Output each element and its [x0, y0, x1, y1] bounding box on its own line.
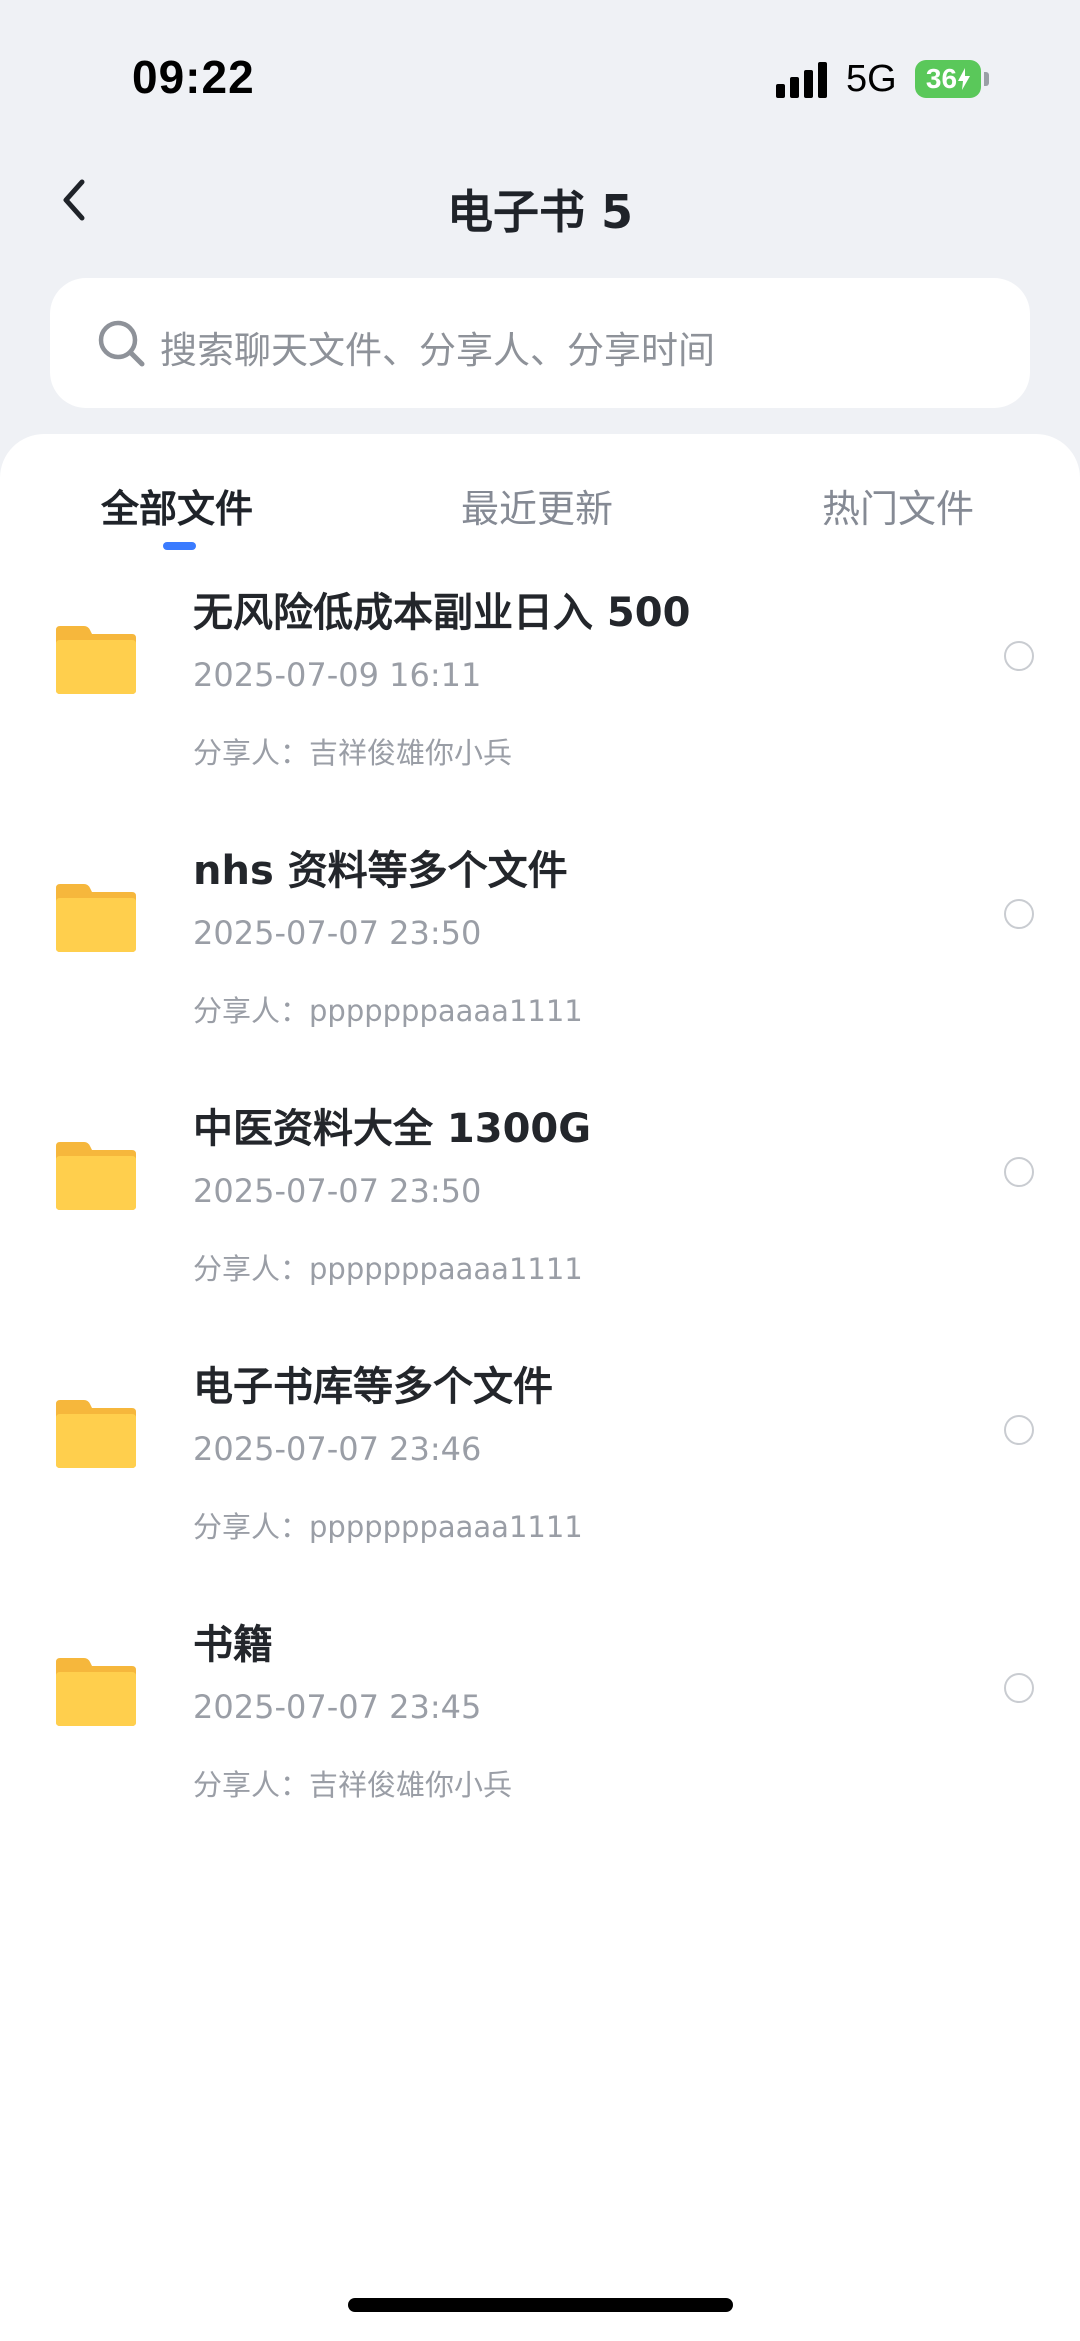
- charging-bolt-icon: [958, 68, 971, 90]
- file-sharer: 分享人：pppppppaaaa1111: [193, 1252, 583, 1286]
- folder-icon: [56, 1658, 136, 1726]
- select-radio[interactable]: [1004, 1673, 1034, 1703]
- file-sharer: 分享人：pppppppaaaa1111: [193, 1510, 583, 1544]
- file-sharer: 分享人：吉祥俊雄你小兵: [193, 1768, 513, 1802]
- select-radio[interactable]: [1004, 899, 1034, 929]
- folder-icon: [56, 884, 136, 952]
- folder-icon: [56, 1142, 136, 1210]
- file-date: 2025-07-07 23:50: [193, 1172, 482, 1210]
- file-date: 2025-07-07 23:45: [193, 1688, 482, 1726]
- select-radio[interactable]: [1004, 1415, 1034, 1445]
- search-placeholder: 搜索聊天文件、分享人、分享时间: [160, 329, 715, 372]
- home-indicator[interactable]: [348, 2298, 733, 2312]
- tab-active-indicator: [163, 542, 196, 550]
- tab-recent-updates[interactable]: 最近更新: [461, 478, 613, 533]
- status-time: 09:22: [132, 51, 255, 103]
- content-panel: 全部文件 最近更新 热门文件 无风险低成本副业日入 500 2025-07-09…: [0, 434, 1080, 2341]
- battery-cap: [984, 72, 989, 86]
- status-bar: 09:22 5G 36: [0, 0, 1080, 150]
- file-name: 电子书库等多个文件: [193, 1364, 553, 1410]
- tab-popular-files[interactable]: 热门文件: [822, 478, 974, 533]
- battery-charging-icon: 36: [915, 60, 981, 98]
- file-date: 2025-07-09 16:11: [193, 656, 482, 694]
- network-label: 5G: [846, 58, 897, 100]
- file-date: 2025-07-07 23:50: [193, 914, 482, 952]
- page-title: 电子书 5: [446, 185, 634, 239]
- folder-icon: [56, 1400, 136, 1468]
- file-sharer: 分享人：pppppppaaaa1111: [193, 994, 583, 1028]
- list-item[interactable]: 无风险低成本副业日入 500 2025-07-09 16:11 分享人：吉祥俊雄…: [0, 574, 1080, 832]
- folder-icon: [56, 626, 136, 694]
- list-item[interactable]: 书籍 2025-07-07 23:45 分享人：吉祥俊雄你小兵: [0, 1606, 1080, 1864]
- list-item[interactable]: 中医资料大全 1300G 2025-07-07 23:50 分享人：pppppp…: [0, 1090, 1080, 1348]
- signal-icon: [776, 62, 830, 98]
- file-name: nhs 资料等多个文件: [193, 848, 568, 894]
- list-item[interactable]: nhs 资料等多个文件 2025-07-07 23:50 分享人：ppppppp…: [0, 832, 1080, 1090]
- battery-level: 36: [925, 63, 958, 94]
- file-sharer: 分享人：吉祥俊雄你小兵: [193, 736, 513, 770]
- file-name: 无风险低成本副业日入 500: [193, 590, 691, 636]
- list-item[interactable]: 电子书库等多个文件 2025-07-07 23:46 分享人：pppppppaa…: [0, 1348, 1080, 1606]
- select-radio[interactable]: [1004, 1157, 1034, 1187]
- select-radio[interactable]: [1004, 641, 1034, 671]
- file-list: 无风险低成本副业日入 500 2025-07-09 16:11 分享人：吉祥俊雄…: [0, 574, 1080, 1864]
- file-name: 书籍: [193, 1622, 273, 1668]
- tab-all-files[interactable]: 全部文件: [101, 478, 253, 533]
- search-input[interactable]: 搜索聊天文件、分享人、分享时间: [50, 278, 1030, 408]
- tab-bar: 全部文件 最近更新 热门文件: [0, 434, 1080, 554]
- file-date: 2025-07-07 23:46: [193, 1430, 482, 1468]
- file-name: 中医资料大全 1300G: [193, 1106, 592, 1152]
- search-icon: [98, 320, 145, 367]
